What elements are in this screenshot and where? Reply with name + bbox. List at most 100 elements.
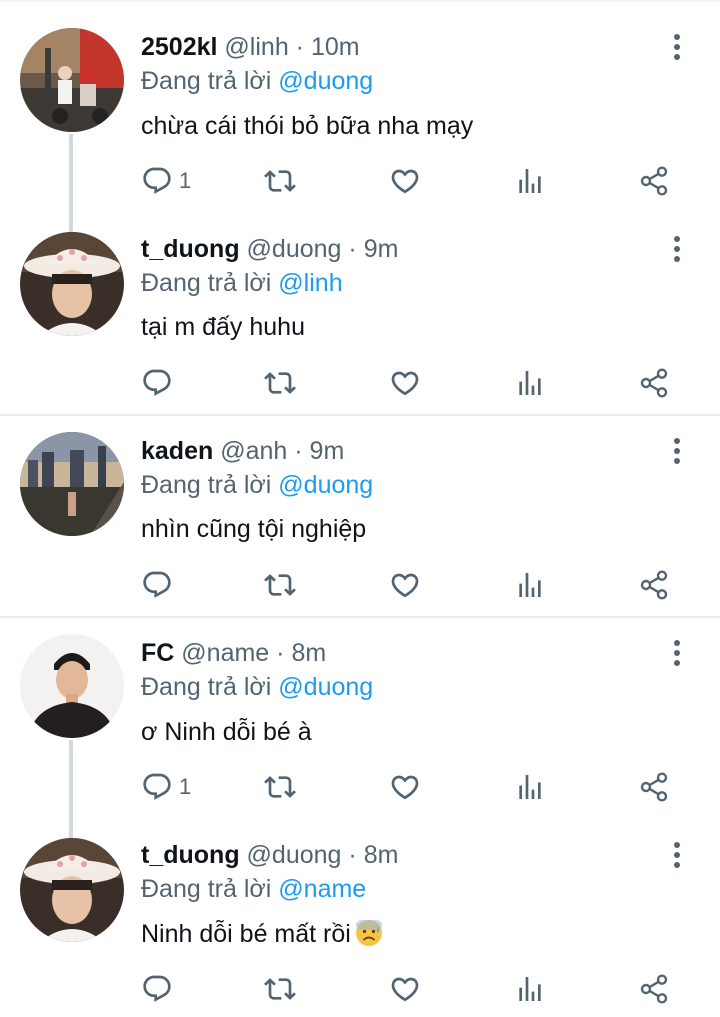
sad-but-relieved-face-emoji [355, 920, 382, 946]
timestamp[interactable]: 8m [364, 841, 399, 869]
reply-button[interactable] [141, 365, 179, 401]
reply-count: 1 [179, 168, 192, 193]
share-button[interactable] [638, 971, 670, 1007]
share-button[interactable] [638, 365, 670, 401]
retweet-icon [264, 978, 296, 1000]
more-icon [674, 640, 680, 666]
avatar[interactable] [20, 634, 124, 738]
display-name[interactable]: FC [141, 639, 174, 667]
views-button[interactable] [514, 971, 546, 1007]
timestamp[interactable]: 8m [291, 639, 326, 667]
replying-to: Đang trả lời @linh [141, 268, 343, 298]
replying-to-label: Đang trả lời [141, 673, 272, 701]
replying-to-label: Đang trả lời [141, 875, 272, 903]
replying-to-label: Đang trả lời [141, 269, 272, 297]
mention-link[interactable]: @duong [278, 67, 373, 95]
retweet-icon [264, 574, 296, 596]
separator-dot: · [294, 437, 303, 465]
reply-button[interactable] [141, 971, 179, 1007]
views-button[interactable] [514, 163, 546, 199]
retweet-button[interactable] [264, 365, 296, 401]
replying-to: Đang trả lời @duong [141, 470, 373, 500]
tweet-text-content: Ninh dỗi bé mất rồi [141, 920, 351, 948]
views-icon [519, 775, 541, 799]
separator-dot: · [348, 235, 357, 263]
like-icon [391, 573, 419, 598]
more-options-button[interactable] [665, 840, 689, 870]
display-name[interactable]: 2502kl [141, 33, 217, 61]
views-button[interactable] [514, 567, 546, 603]
display-name[interactable]: t_duong [141, 235, 240, 263]
views-button[interactable] [514, 769, 546, 805]
avatar[interactable] [20, 232, 124, 336]
reply-button[interactable]: 1 [141, 769, 191, 805]
display-name[interactable]: kaden [141, 437, 213, 465]
separator-dot: · [295, 33, 304, 61]
more-options-button[interactable] [665, 638, 689, 668]
mention-link[interactable]: @name [278, 875, 366, 903]
like-button[interactable] [389, 769, 421, 805]
retweet-icon [264, 170, 296, 192]
avatar[interactable] [20, 432, 124, 536]
retweet-button[interactable] [264, 567, 296, 603]
more-icon [674, 842, 680, 868]
retweet-icon [264, 776, 296, 798]
like-icon [391, 371, 419, 396]
views-icon [519, 977, 541, 1001]
tweet-text: ơ Ninh dỗi bé à [141, 718, 312, 746]
retweet-button[interactable] [264, 163, 296, 199]
like-button[interactable] [389, 567, 421, 603]
like-icon [391, 169, 419, 194]
tweet[interactable]: 2502kl @linh · 10m Đang trả lời @duong c… [0, 0, 720, 212]
share-button[interactable] [638, 769, 670, 805]
user-handle[interactable]: @name [181, 639, 269, 667]
reply-count: 1 [179, 774, 192, 799]
cowboy-hat-avatar [20, 232, 124, 336]
replying-to-label: Đang trả lời [141, 471, 272, 499]
more-options-button[interactable] [665, 234, 689, 264]
user-handle[interactable]: @duong [247, 841, 342, 869]
share-icon [640, 772, 668, 802]
tweet-text: nhìn cũng tội nghiệp [141, 515, 367, 543]
mention-link[interactable]: @duong [278, 471, 373, 499]
like-button[interactable] [389, 365, 421, 401]
user-handle[interactable]: @duong [247, 235, 342, 263]
cowboy-hat-avatar [20, 838, 124, 942]
more-icon [674, 438, 680, 464]
share-icon [640, 974, 668, 1004]
mention-link[interactable]: @duong [278, 673, 373, 701]
timestamp[interactable]: 9m [310, 437, 345, 465]
tweet[interactable]: t_duong @duong · 9m Đang trả lời @linh t… [0, 212, 720, 414]
like-button[interactable] [389, 163, 421, 199]
mention-link[interactable]: @linh [278, 269, 342, 297]
views-icon [519, 371, 541, 395]
tweet-text: Ninh dỗi bé mất rồi [141, 919, 383, 949]
views-button[interactable] [514, 365, 546, 401]
tweet[interactable]: FC @name · 8m Đang trả lời @duong ơ Ninh… [0, 618, 720, 818]
like-button[interactable] [389, 971, 421, 1007]
tweet[interactable]: kaden @anh · 9m Đang trả lời @duong nhìn… [0, 416, 720, 616]
avatar[interactable] [20, 838, 124, 942]
timestamp[interactable]: 10m [311, 33, 360, 61]
share-icon [640, 570, 668, 600]
tweet-header: kaden @anh · 9m [141, 436, 344, 466]
display-name[interactable]: t_duong [141, 841, 240, 869]
user-handle[interactable]: @linh [224, 33, 288, 61]
reply-button[interactable]: 1 [141, 163, 191, 199]
share-icon [640, 166, 668, 196]
share-button[interactable] [638, 163, 670, 199]
tweet-header: t_duong @duong · 8m [141, 840, 398, 870]
tweet-text: tại m đấy huhu [141, 313, 305, 341]
retweet-button[interactable] [264, 971, 296, 1007]
reply-button[interactable] [141, 567, 179, 603]
retweet-button[interactable] [264, 769, 296, 805]
tweet-header: t_duong @duong · 9m [141, 234, 398, 264]
more-options-button[interactable] [665, 436, 689, 466]
avatar[interactable] [20, 28, 124, 132]
share-button[interactable] [638, 567, 670, 603]
reply-icon [143, 773, 171, 800]
tweet[interactable]: t_duong @duong · 8m Đang trả lời @name N… [0, 818, 720, 1017]
user-handle[interactable]: @anh [220, 437, 287, 465]
more-options-button[interactable] [665, 32, 689, 62]
timestamp[interactable]: 9m [364, 235, 399, 263]
